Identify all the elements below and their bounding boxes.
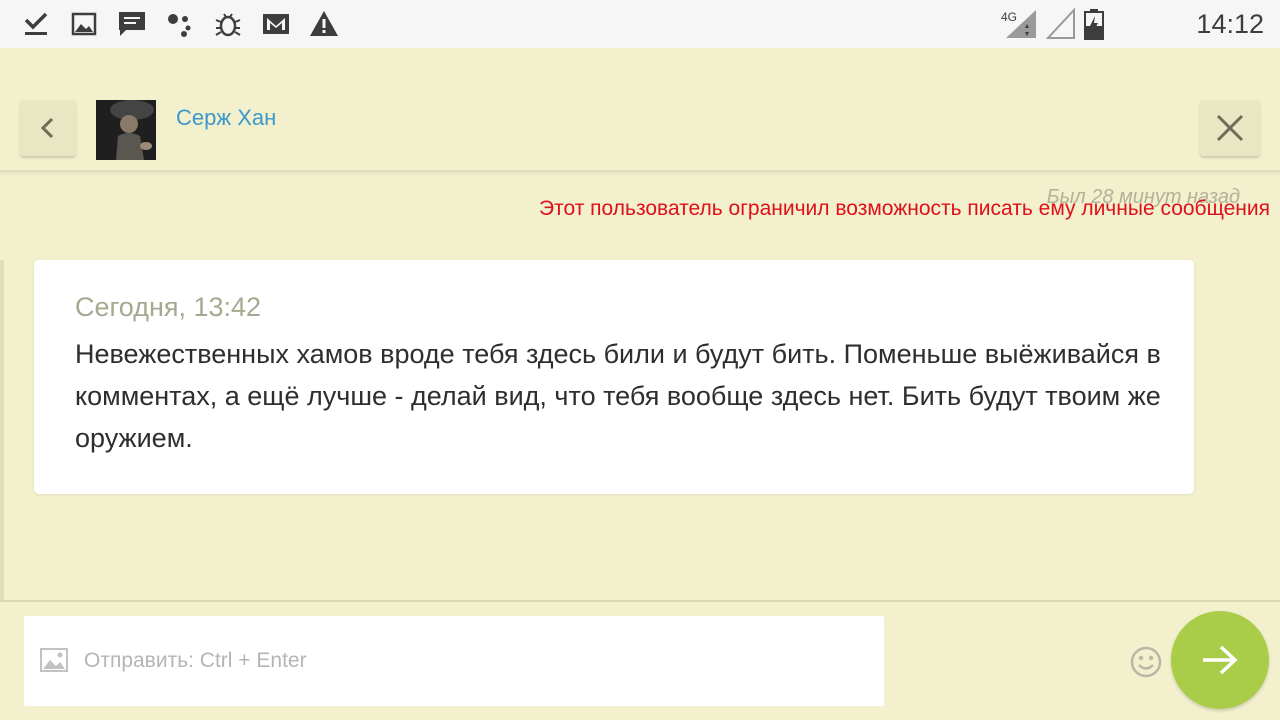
bug-icon: [215, 13, 241, 37]
avatar[interactable]: [96, 100, 156, 160]
battery-charging-icon: [1084, 9, 1104, 40]
user-photo: [96, 100, 156, 160]
user-name-link[interactable]: Серж Хан: [176, 105, 276, 131]
close-icon: [1216, 114, 1244, 142]
signal-empty-icon: [1046, 8, 1075, 39]
composer-divider: [0, 600, 1280, 602]
send-button[interactable]: [1171, 611, 1269, 709]
smiley-icon[interactable]: [1129, 645, 1163, 679]
back-button[interactable]: [20, 100, 76, 156]
message-text: Невежественных хамов вроде тебя здесь би…: [75, 339, 1161, 453]
arrow-right-icon: [1203, 645, 1238, 675]
message-card: Сегодня, 13:42 Невежественных хамов врод…: [34, 260, 1194, 494]
image-icon[interactable]: [40, 648, 68, 672]
download-done-icon: [24, 12, 48, 35]
signal-icon: [1006, 10, 1036, 38]
status-bar: 4G 14:12: [0, 0, 1280, 48]
message-icon: [119, 12, 145, 36]
chat-header: Серж Хан: [0, 48, 1280, 172]
message-timestamp: Сегодня, 13:42: [75, 292, 262, 322]
message-input[interactable]: [82, 616, 866, 706]
gmail-icon: [263, 14, 289, 34]
message-composer: [24, 616, 884, 706]
scroll-edge: [0, 260, 4, 600]
image-icon: [71, 12, 97, 36]
status-clock: 14:12: [1196, 9, 1264, 39]
chevron-left-icon: [40, 117, 54, 139]
assistant-icon: [168, 14, 191, 37]
warning-icon: [310, 11, 338, 36]
close-button[interactable]: [1200, 100, 1260, 156]
restriction-notice: Этот пользователь ограничил возможность …: [539, 197, 1270, 220]
